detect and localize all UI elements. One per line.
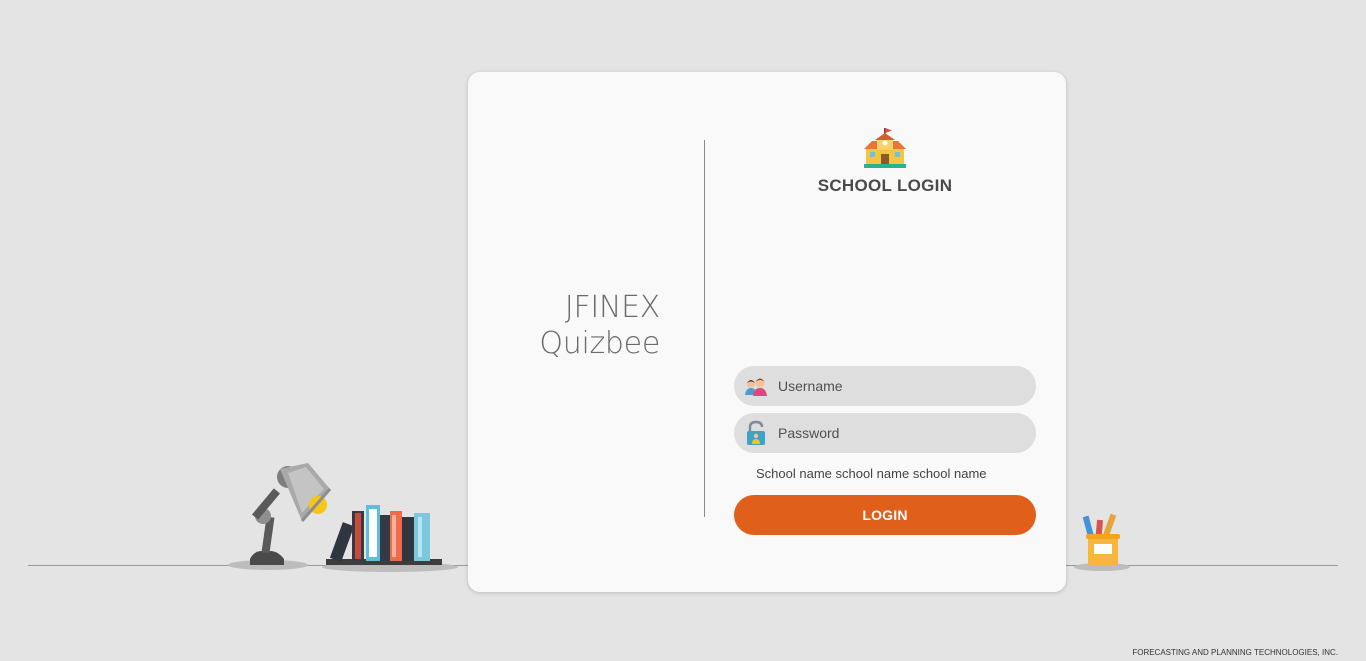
login-card: JFINEX Quizbee SCHOOL LOGIN Username Sch…	[468, 72, 1066, 592]
username-input[interactable]	[778, 371, 1018, 401]
brand-line-2: Quizbee	[539, 326, 660, 361]
password-input[interactable]	[778, 418, 1018, 448]
books-illustration	[322, 505, 458, 572]
users-icon	[745, 378, 767, 396]
padlock-icon	[747, 420, 765, 445]
brand-title: JFINEX Quizbee	[539, 290, 660, 362]
school-name-text: School name school name school name	[756, 466, 987, 481]
password-field[interactable]	[734, 413, 1036, 453]
login-button[interactable]: LOGIN	[734, 495, 1036, 535]
desk-lamp-illustration	[228, 463, 332, 570]
pencil-cup-illustration	[1074, 513, 1130, 571]
username-field[interactable]	[734, 366, 1036, 406]
school-building-icon	[864, 128, 906, 168]
vertical-divider	[704, 140, 705, 517]
school-login-title: SCHOOL LOGIN	[817, 176, 953, 195]
footer-company-name: FORECASTING AND PLANNING TECHNOLOGIES, I…	[1132, 648, 1338, 657]
brand-line-1: JFINEX	[564, 290, 660, 325]
login-page: JFINEX Quizbee SCHOOL LOGIN Username Sch…	[0, 0, 1366, 661]
